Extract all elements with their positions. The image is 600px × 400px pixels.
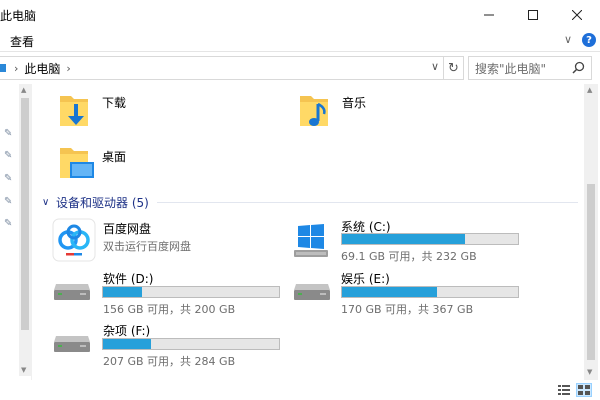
address-bar[interactable]: › 此电脑 › ∨ xyxy=(0,56,444,80)
drive-usage-bar xyxy=(341,233,519,245)
scroll-up-arrow-icon[interactable]: ▲ xyxy=(587,86,592,94)
baidu-netdisk-icon xyxy=(52,218,96,262)
ribbon: 查看 ∨ ? xyxy=(0,30,600,52)
tiles-view-button[interactable] xyxy=(576,383,592,397)
content-pane: 下载 音乐 桌面 ∨ 设备和驱动器 (5) 百度网盘 双击运行百度网盘 系统 (… xyxy=(36,84,582,380)
folder-item-downloads[interactable]: 下载 xyxy=(58,90,278,134)
details-view-button[interactable] xyxy=(556,383,572,397)
tiles-view-icon xyxy=(578,385,590,395)
address-row: › 此电脑 › ∨ ↻ 搜索"此电脑" xyxy=(0,56,600,80)
drive-free-space: 69.1 GB 可用，共 232 GB xyxy=(341,250,477,263)
drive-usage-fill xyxy=(103,339,151,349)
chevron-down-icon: ∨ xyxy=(42,196,50,208)
refresh-button[interactable]: ↻ xyxy=(444,56,464,80)
scrollbar-thumb[interactable] xyxy=(587,184,595,360)
music-folder-icon xyxy=(300,96,328,126)
drive-free-space: 156 GB 可用，共 200 GB xyxy=(103,303,236,316)
details-view-icon xyxy=(558,385,570,395)
windows-drive-icon xyxy=(294,224,328,257)
search-input[interactable]: 搜索"此电脑" xyxy=(468,56,592,80)
drive-item-c[interactable]: 系统 (C:) 69.1 GB 可用，共 232 GB xyxy=(292,218,522,264)
drive-usage-bar xyxy=(102,286,280,298)
minimize-icon xyxy=(484,14,494,16)
title-bar: 此电脑 xyxy=(0,0,600,30)
drive-usage-bar xyxy=(102,338,280,350)
close-icon xyxy=(572,10,582,20)
pin-icon: ✎ xyxy=(4,173,13,184)
drive-usage-fill xyxy=(342,234,466,244)
drive-name: 软件 (D:) xyxy=(103,272,154,286)
drive-item-e[interactable]: 娱乐 (E:) 170 GB 可用，共 367 GB xyxy=(292,270,522,316)
drive-name: 娱乐 (E:) xyxy=(341,272,390,286)
folder-name: 下载 xyxy=(102,96,127,110)
help-button[interactable]: ? xyxy=(582,33,596,47)
address-history-dropdown[interactable]: ∨ xyxy=(431,60,439,73)
drive-usage-fill xyxy=(103,287,142,297)
scroll-down-arrow-icon[interactable]: ▼ xyxy=(587,368,592,376)
scroll-down-arrow-icon[interactable]: ▼ xyxy=(21,366,26,374)
folder-name: 桌面 xyxy=(102,150,127,164)
this-pc-icon xyxy=(0,64,6,72)
search-icon xyxy=(572,61,585,74)
close-button[interactable] xyxy=(554,0,600,30)
pin-icon: ✎ xyxy=(4,150,13,161)
group-header-devices[interactable]: ∨ 设备和驱动器 (5) xyxy=(42,194,578,210)
desktop-folder-icon xyxy=(60,148,94,178)
maximize-icon xyxy=(528,10,538,20)
group-header-label: 设备和驱动器 (5) xyxy=(56,195,149,210)
scroll-up-arrow-icon[interactable]: ▲ xyxy=(21,86,26,94)
drive-item-f[interactable]: 杂项 (F:) 207 GB 可用，共 284 GB xyxy=(52,322,282,368)
device-name: 百度网盘 xyxy=(103,222,152,236)
drive-item-d[interactable]: 软件 (D:) 156 GB 可用，共 200 GB xyxy=(52,270,282,316)
navigation-scrollbar[interactable]: ▲ ▼ xyxy=(19,84,31,376)
drive-usage-fill xyxy=(342,287,438,297)
folder-item-music[interactable]: 音乐 xyxy=(298,90,518,134)
content-scrollbar[interactable]: ▲ ▼ xyxy=(584,84,598,380)
drive-usage-bar xyxy=(341,286,519,298)
download-folder-icon xyxy=(60,96,88,126)
refresh-icon: ↻ xyxy=(448,60,459,76)
drive-free-space: 170 GB 可用，共 367 GB xyxy=(341,303,474,316)
window-title: 此电脑 xyxy=(0,9,37,23)
breadcrumb-this-pc[interactable]: 此电脑 xyxy=(24,60,60,77)
group-divider xyxy=(156,201,578,203)
status-bar xyxy=(0,380,600,400)
hard-drive-icon xyxy=(294,284,330,300)
breadcrumb-separator[interactable]: › xyxy=(14,62,18,75)
tab-view[interactable]: 查看 xyxy=(10,33,34,50)
minimize-button[interactable] xyxy=(466,0,512,30)
pin-icon: ✎ xyxy=(4,128,13,139)
folder-item-desktop[interactable]: 桌面 xyxy=(58,142,278,186)
device-item-baidu-netdisk[interactable]: 百度网盘 双击运行百度网盘 xyxy=(52,218,282,264)
pin-icon: ✎ xyxy=(4,218,13,229)
folder-name: 音乐 xyxy=(342,96,367,110)
drive-name: 杂项 (F:) xyxy=(103,324,151,338)
search-placeholder: 搜索"此电脑" xyxy=(475,61,547,76)
device-subtitle: 双击运行百度网盘 xyxy=(103,240,191,253)
ribbon-expand-button[interactable]: ∨ xyxy=(564,33,572,46)
hard-drive-icon xyxy=(54,284,90,300)
drive-free-space: 207 GB 可用，共 284 GB xyxy=(103,355,236,368)
breadcrumb-separator-2[interactable]: › xyxy=(66,62,70,75)
scrollbar-thumb[interactable] xyxy=(21,98,29,330)
hard-drive-icon xyxy=(54,336,90,352)
pin-icon: ✎ xyxy=(4,196,13,207)
maximize-button[interactable] xyxy=(510,0,556,30)
